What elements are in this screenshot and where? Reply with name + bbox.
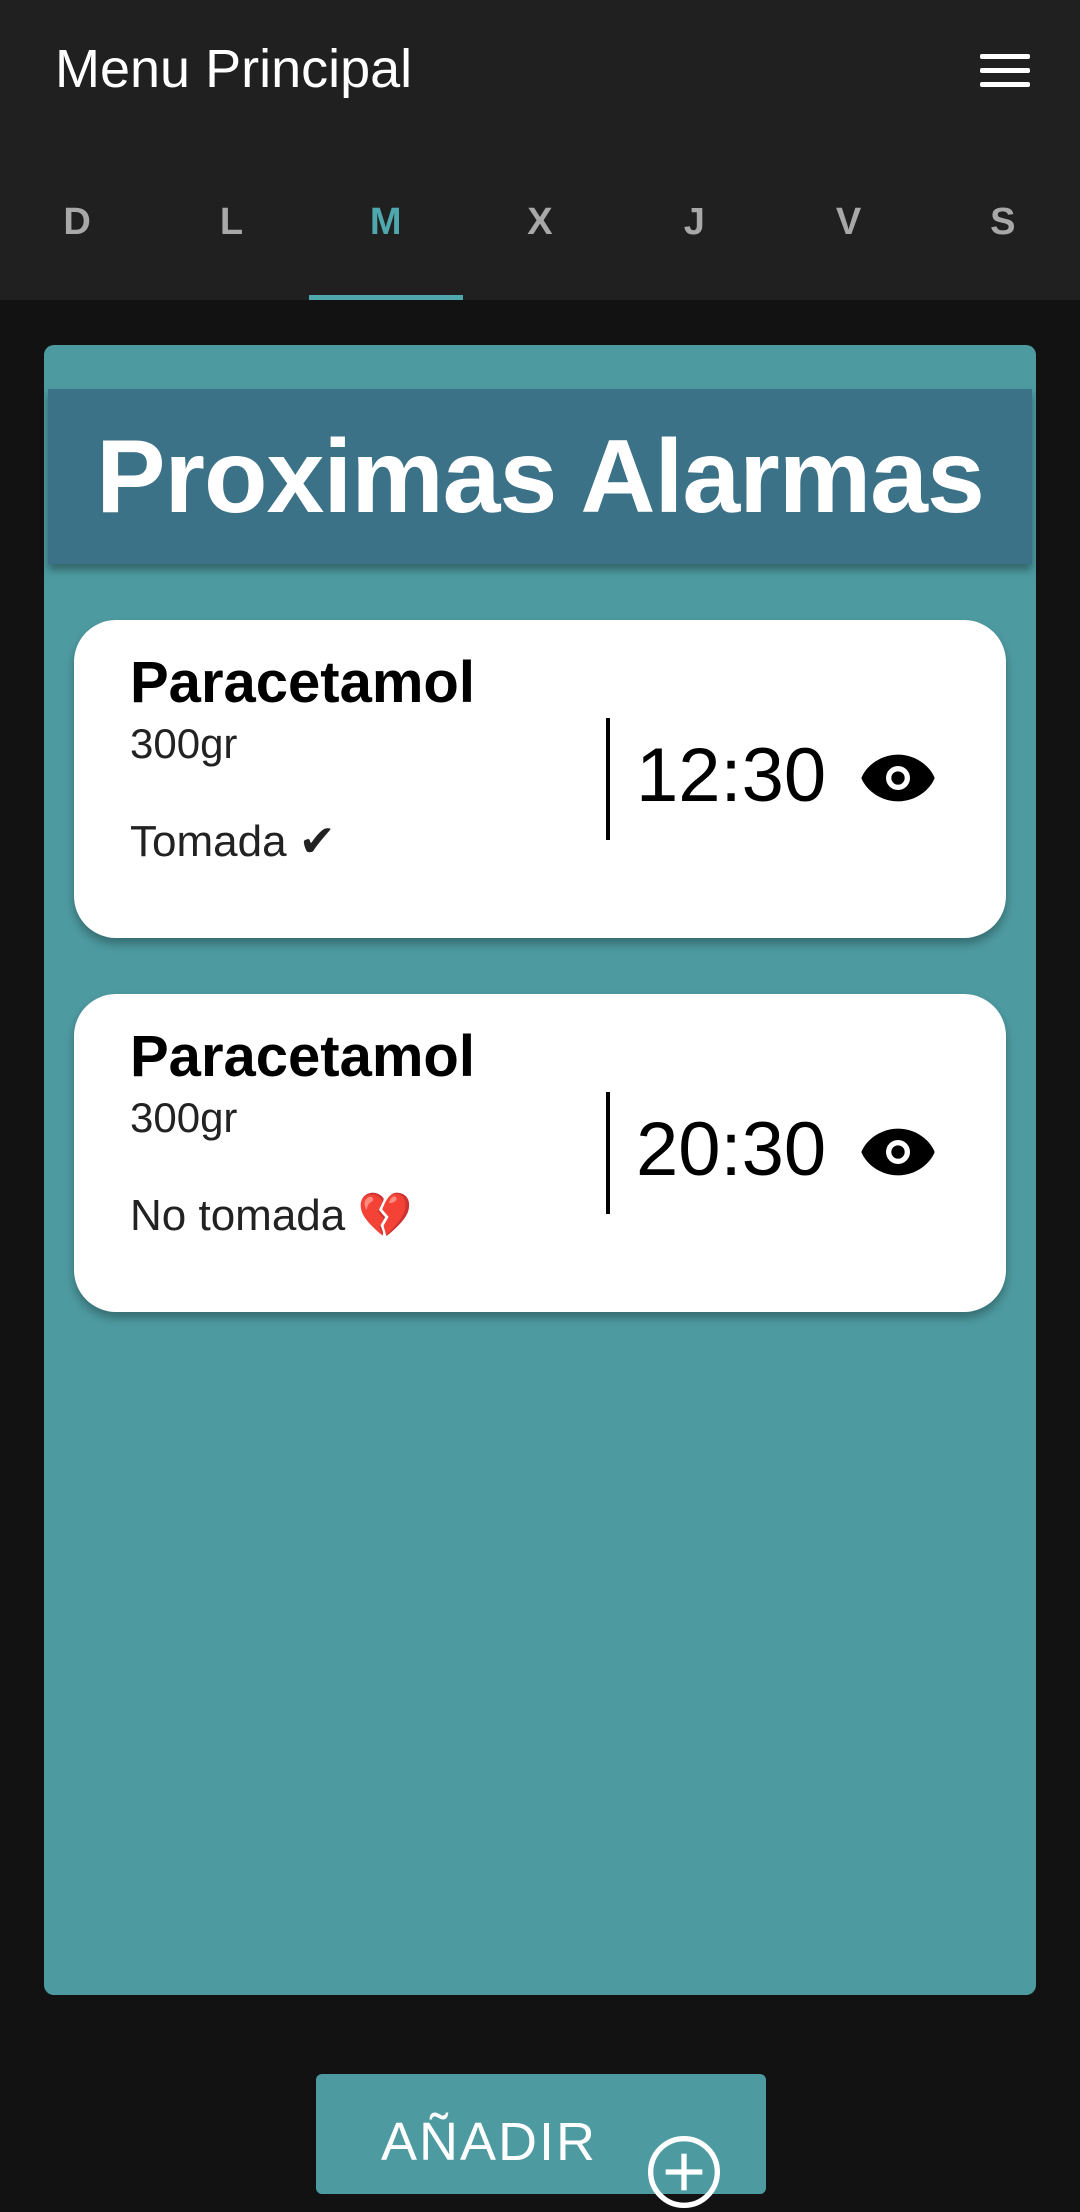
tab-martes[interactable]: M <box>308 150 463 300</box>
tab-label: X <box>527 201 553 243</box>
alarm-time: 20:30 <box>636 1107 827 1192</box>
alarm-card[interactable]: Paracetamol 300gr Tomada ✔ 12:30 <box>74 620 1006 938</box>
tab-lunes[interactable]: L <box>154 150 308 300</box>
panel-header: Proximas Alarmas <box>48 389 1032 564</box>
medication-dose: 300gr <box>130 720 238 767</box>
tab-viernes[interactable]: V <box>771 150 925 300</box>
active-tab-indicator <box>308 295 463 300</box>
tab-domingo[interactable]: D <box>0 150 154 300</box>
alarm-time: 12:30 <box>636 733 827 818</box>
add-circle-icon <box>648 2136 720 2208</box>
tab-label: J <box>683 201 705 243</box>
tab-miercoles[interactable]: X <box>463 150 617 300</box>
hamburger-menu-icon-bar <box>980 82 1030 87</box>
medication-status: No tomada 💔 <box>130 1191 413 1240</box>
card-divider <box>606 718 610 840</box>
medication-name: Paracetamol <box>130 1024 475 1089</box>
hamburger-menu-icon <box>980 54 1030 59</box>
app-bar: Menu Principal D L M X J V S <box>0 0 1080 300</box>
hamburger-menu-icon-bar <box>980 68 1030 73</box>
page-title: Menu Principal <box>55 39 413 99</box>
tab-label: S <box>990 201 1016 243</box>
panel-title: Proximas Alarmas <box>96 418 985 535</box>
tab-label: D <box>63 201 91 243</box>
medication-status: Tomada ✔ <box>130 817 336 866</box>
eye-icon <box>861 754 935 802</box>
alarm-card[interactable]: Paracetamol 300gr No tomada 💔 20:30 <box>74 994 1006 1312</box>
add-button-label: AÑADIR <box>381 2112 598 2172</box>
weekday-tabs: D L M X J V S <box>0 150 1080 300</box>
medication-name: Paracetamol <box>130 650 475 715</box>
tab-sabado[interactable]: S <box>926 150 1080 300</box>
tab-label: L <box>219 201 244 243</box>
medication-dose: 300gr <box>130 1094 238 1141</box>
view-alarm-button[interactable] <box>858 1112 938 1192</box>
menu-button[interactable] <box>970 48 1040 92</box>
alarms-panel: Proximas Alarmas Paracetamol 300gr Tomad… <box>44 345 1036 1995</box>
eye-icon <box>861 1128 935 1176</box>
tab-label: V <box>835 201 862 243</box>
card-divider <box>606 1092 610 1214</box>
add-alarm-button[interactable]: AÑADIR <box>316 2074 766 2208</box>
tab-jueves[interactable]: J <box>617 150 771 300</box>
view-alarm-button[interactable] <box>858 738 938 818</box>
tab-label: M <box>369 201 402 243</box>
